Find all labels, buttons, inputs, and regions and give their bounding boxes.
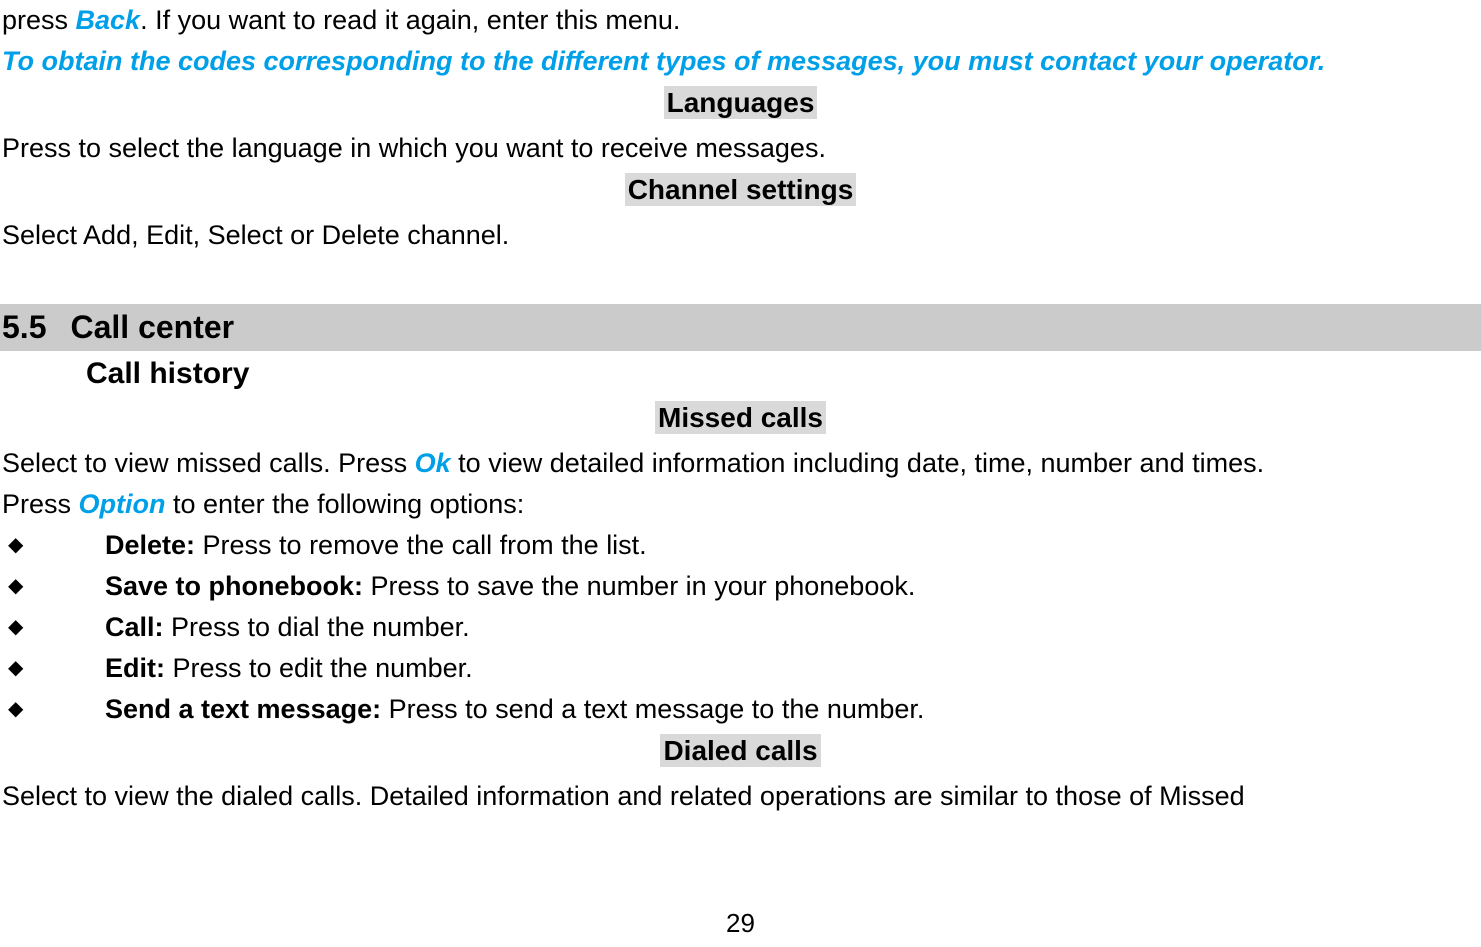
missed-calls-body-line1: Select to view missed calls. Press Ok to… (0, 443, 1481, 484)
option-description: Press to send a text message to the numb… (381, 694, 925, 724)
list-item: ◆ Edit: Press to edit the number. (0, 648, 1481, 689)
subsection-call-history: Call history (86, 357, 250, 390)
dialed-calls-body: Select to view the dialed calls. Detaile… (2, 781, 1245, 811)
paragraph-back-note: press Back. If you want to read it again… (0, 0, 1481, 41)
paragraph-text-prefix: press (2, 5, 76, 35)
missed-calls-text-4: to enter the following options: (165, 489, 525, 519)
channel-settings-body: Select Add, Edit, Select or Delete chann… (2, 220, 510, 250)
list-item: ◆ Save to phonebook: Press to save the n… (0, 566, 1481, 607)
heading-dialed-calls: Dialed calls (660, 734, 821, 767)
heading-missed-calls: Missed calls (655, 401, 826, 434)
missed-calls-body-line2: Press Option to enter the following opti… (0, 484, 1481, 525)
option-key-link[interactable]: Option (79, 489, 166, 519)
missed-calls-text-3: Press (2, 489, 79, 519)
option-description: Press to dial the number. (163, 612, 470, 642)
paragraph-text-suffix: . If you want to read it again, enter th… (140, 5, 681, 35)
spacer-before-section (0, 256, 1481, 290)
list-item: ◆ Delete: Press to remove the call from … (0, 525, 1481, 566)
channel-settings-heading-row: Channel settings (0, 169, 1481, 215)
diamond-bullet-icon: ◆ (8, 698, 24, 720)
dialed-calls-heading-row: Dialed calls (0, 730, 1481, 776)
section-title: Call center (70, 309, 235, 345)
missed-calls-text-1: Select to view missed calls. Press (2, 448, 415, 478)
option-label: Send a text message: (105, 694, 382, 724)
missed-calls-heading-row: Missed calls (0, 397, 1481, 443)
missed-calls-options-list: ◆ Delete: Press to remove the call from … (0, 525, 1481, 730)
option-description: Press to save the number in your phonebo… (363, 571, 916, 601)
section-number: 5.5 (2, 309, 47, 345)
option-description: Press to remove the call from the list. (195, 530, 647, 560)
languages-body: Press to select the language in which yo… (2, 133, 826, 163)
document-page: press Back. If you want to read it again… (0, 0, 1481, 947)
page-number: 29 (726, 908, 755, 938)
option-label: Delete: (105, 530, 196, 560)
option-label: Edit: (105, 653, 165, 683)
diamond-bullet-icon: ◆ (8, 575, 24, 597)
list-item: ◆ Send a text message: Press to send a t… (0, 689, 1481, 730)
heading-channel-settings: Channel settings (624, 173, 857, 206)
option-label: Call: (105, 612, 164, 642)
diamond-bullet-icon: ◆ (8, 534, 24, 556)
option-label: Save to phonebook: (105, 571, 364, 601)
list-item: ◆ Call: Press to dial the number. (0, 607, 1481, 648)
back-key-link[interactable]: Back (76, 5, 141, 35)
operator-notice-paragraph: To obtain the codes corresponding to the… (2, 46, 1326, 76)
missed-calls-text-2: to view detailed information including d… (450, 448, 1265, 478)
diamond-bullet-icon: ◆ (8, 657, 24, 679)
option-description: Press to edit the number. (165, 653, 473, 683)
heading-languages: Languages (663, 86, 818, 119)
section-heading-call-center: 5.5 Call center (0, 304, 1481, 351)
languages-heading-row: Languages (0, 82, 1481, 128)
ok-key-link[interactable]: Ok (415, 448, 451, 478)
diamond-bullet-icon: ◆ (8, 616, 24, 638)
spacer-before-section-2 (0, 290, 1481, 304)
